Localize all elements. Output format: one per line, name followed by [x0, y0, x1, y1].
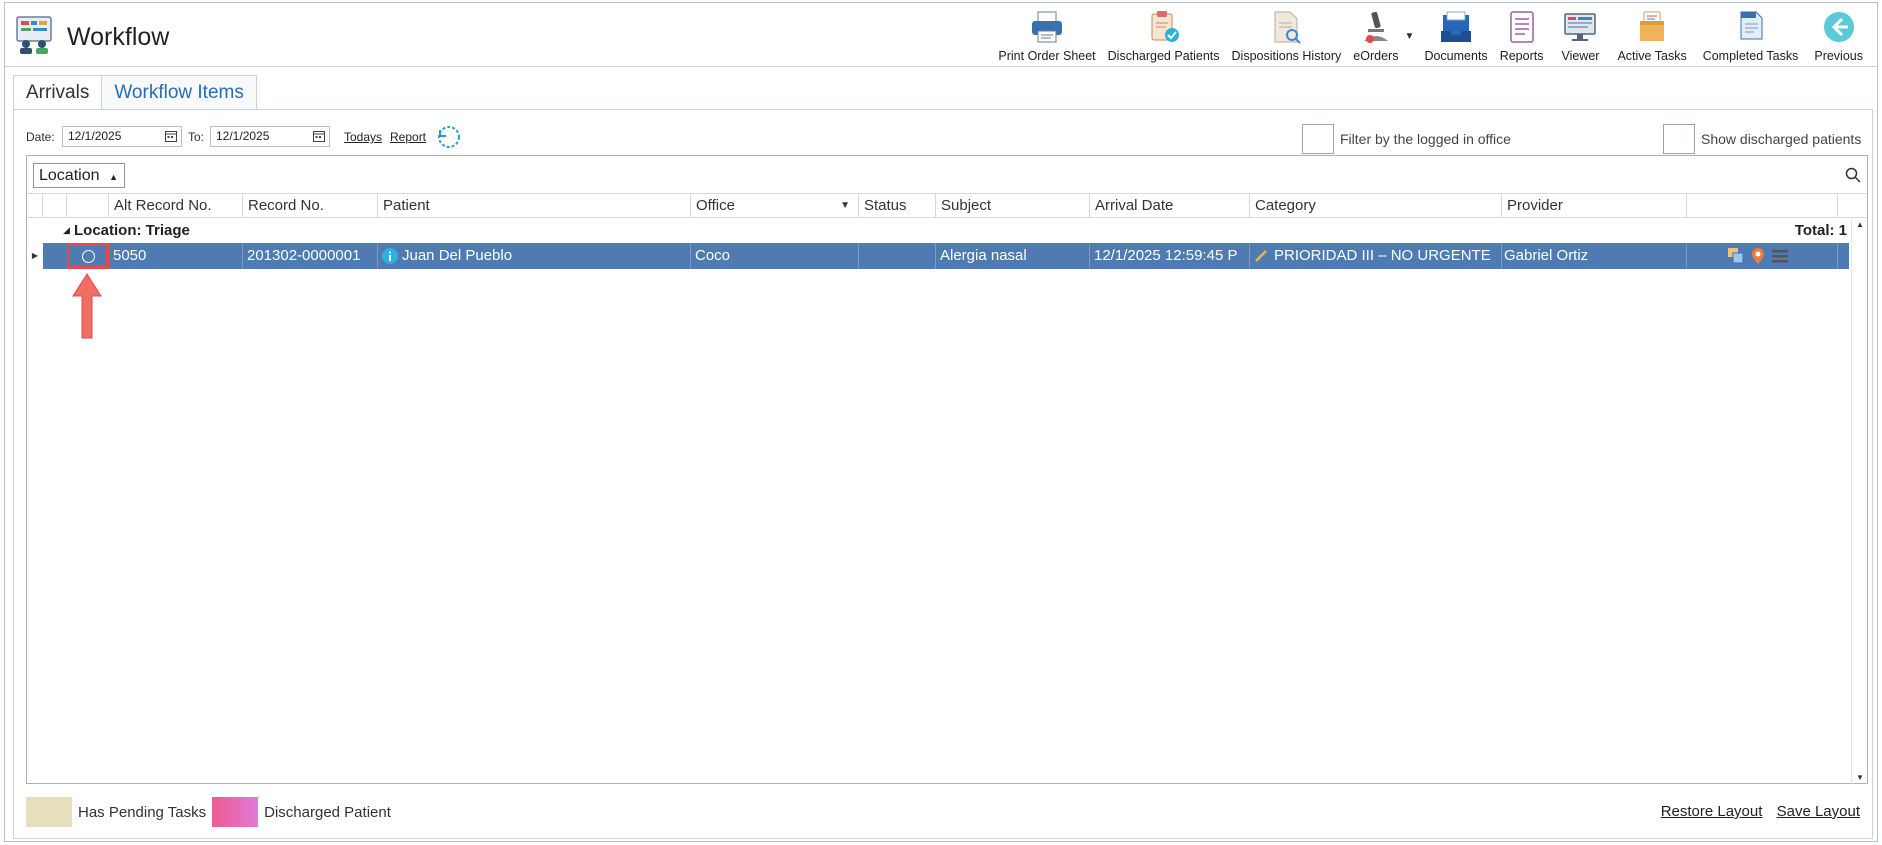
col-patient[interactable]: Patient	[378, 194, 691, 218]
dispositions-history-button[interactable]: Dispositions History	[1226, 7, 1348, 65]
sort-asc-icon: ▲	[109, 172, 118, 182]
completed-tasks-button[interactable]: Completed Tasks	[1693, 7, 1809, 65]
eorders-button[interactable]: eOrders ▼	[1347, 7, 1414, 65]
calendar-icon[interactable]	[165, 130, 177, 142]
col-actions	[1687, 194, 1838, 218]
filter-dropdown-icon[interactable]: ▼	[840, 194, 850, 218]
group-by-location-chip[interactable]: Location ▲	[33, 163, 125, 188]
discharged-patients-button[interactable]: Discharged Patients	[1102, 7, 1226, 65]
eorders-dropdown-caret-icon[interactable]: ▼	[1405, 31, 1415, 42]
tab-arrivals[interactable]: Arrivals	[13, 75, 102, 109]
document-search-icon	[1274, 11, 1302, 44]
tab-workflow-items[interactable]: Workflow Items	[101, 75, 257, 110]
scroll-down-icon[interactable]: ▼	[1856, 773, 1864, 782]
report-link[interactable]: Report	[390, 130, 426, 144]
documents-button[interactable]: Documents	[1418, 7, 1493, 65]
arrivals-panel: Date: 12/1/2025 To: 12/1/2025 Todays Rep…	[13, 109, 1873, 839]
to-label: To:	[188, 130, 205, 144]
cell-provider: Gabriel Ortiz	[1502, 243, 1687, 269]
show-discharged-option: Show discharged patients	[1663, 124, 1861, 154]
microscope-icon	[1363, 11, 1388, 43]
group-total: Total: 1	[1794, 222, 1847, 239]
previous-button[interactable]: Previous	[1808, 7, 1869, 65]
table-row[interactable]: 5050 201302-0000001 Juan Del Pueblo Coco…	[43, 243, 1849, 269]
app-title: Workflow	[67, 23, 170, 51]
discharged-patient-label: Discharged Patient	[264, 803, 391, 821]
col-provider[interactable]: Provider	[1502, 194, 1687, 218]
cell-arrival-date: 12/1/2025 12:59:45 P	[1090, 243, 1250, 269]
info-icon[interactable]	[382, 248, 398, 264]
pointer-arrow-icon	[72, 273, 102, 339]
column-headers: Alt Record No. Record No. Patient Office…	[27, 194, 1867, 218]
select-column-header[interactable]	[67, 194, 109, 218]
reports-button[interactable]: Reports	[1494, 7, 1550, 65]
back-arrow-icon	[1823, 12, 1854, 42]
pencil-icon	[1255, 250, 1267, 262]
filter-office-option: Filter by the logged in office	[1302, 124, 1511, 154]
header-bar: Workflow Print Order Sheet Discharged Pa…	[5, 3, 1877, 67]
copy-documents-icon[interactable]	[1727, 247, 1745, 265]
viewer-button[interactable]: Viewer	[1549, 7, 1611, 65]
cell-actions	[1687, 243, 1838, 269]
date-label: Date:	[26, 130, 55, 144]
location-pin-icon[interactable]	[1749, 247, 1767, 265]
col-status[interactable]: Status	[859, 194, 936, 218]
show-discharged-checkbox[interactable]	[1663, 124, 1695, 154]
discharged-patient-swatch	[212, 797, 259, 827]
group-indent-header	[43, 194, 67, 218]
toolbar: Print Order Sheet Discharged Patients Di…	[992, 7, 1869, 65]
search-icon[interactable]	[1845, 167, 1861, 183]
tab-strip: Arrivals Workflow Items	[13, 75, 257, 110]
date-to-field[interactable]: 12/1/2025	[210, 126, 330, 147]
menu-icon[interactable]	[1771, 247, 1789, 265]
col-category[interactable]: Category	[1250, 194, 1502, 218]
collapse-group-icon[interactable]: ◢	[63, 218, 70, 243]
calendar-icon[interactable]	[313, 130, 325, 142]
scroll-up-icon[interactable]: ▲	[1856, 220, 1864, 229]
row-select-radio[interactable]	[82, 250, 95, 263]
cell-office: Coco	[691, 243, 859, 269]
group-by-panel: Location ▲	[27, 156, 1867, 194]
pending-tasks-swatch	[26, 797, 72, 827]
clipboard-check-icon	[1151, 11, 1179, 42]
inbox-tray-icon	[1441, 11, 1472, 42]
workflow-logo-icon	[16, 16, 52, 54]
row-select-highlight	[67, 243, 109, 269]
monitor-icon	[1564, 13, 1597, 41]
todays-link[interactable]: Todays	[344, 130, 382, 144]
col-arrival-date[interactable]: Arrival Date	[1090, 194, 1250, 218]
cell-category: PRIORIDAD III – NO URGENTE	[1250, 243, 1502, 269]
active-tasks-button[interactable]: Active Tasks	[1611, 7, 1692, 65]
cell-record: 201302-0000001	[243, 243, 378, 269]
legend: Has Pending Tasks Discharged Patient	[26, 796, 397, 828]
row-indicator-header	[27, 194, 43, 218]
col-record[interactable]: Record No.	[243, 194, 378, 218]
completed-document-icon	[1740, 11, 1763, 40]
print-order-sheet-button[interactable]: Print Order Sheet	[992, 7, 1101, 65]
filter-office-checkbox[interactable]	[1302, 124, 1334, 154]
task-box-icon	[1640, 11, 1665, 41]
refresh-icon[interactable]	[436, 124, 462, 150]
col-office[interactable]: Office ▼	[691, 194, 859, 218]
col-alt-record[interactable]: Alt Record No.	[109, 194, 243, 218]
cell-alt-record: 5050	[109, 243, 243, 269]
report-list-icon	[1509, 11, 1534, 43]
restore-layout-link[interactable]: Restore Layout	[1661, 803, 1763, 820]
save-layout-link[interactable]: Save Layout	[1777, 803, 1860, 820]
filter-row: Date: 12/1/2025 To: 12/1/2025 Todays Rep…	[26, 124, 1866, 154]
group-row-triage[interactable]: ◢ Location: Triage Total: 1	[27, 218, 1849, 243]
cell-subject: Alergia nasal	[936, 243, 1090, 269]
pending-tasks-label: Has Pending Tasks	[78, 803, 207, 821]
cell-status	[859, 243, 936, 269]
workflow-window: Workflow Print Order Sheet Discharged Pa…	[4, 2, 1878, 842]
layout-links: Restore Layout Save Layout	[1651, 803, 1860, 820]
date-from-field[interactable]: 12/1/2025	[62, 126, 182, 147]
current-row-indicator-icon: ▶	[27, 243, 43, 269]
arrivals-grid: Location ▲ Alt Record No. Record No. Pat…	[26, 155, 1868, 784]
cell-patient[interactable]: Juan Del Pueblo	[378, 243, 691, 269]
vertical-scrollbar[interactable]: ▲ ▼	[1851, 218, 1867, 784]
printer-icon	[1032, 11, 1063, 43]
col-subject[interactable]: Subject	[936, 194, 1090, 218]
